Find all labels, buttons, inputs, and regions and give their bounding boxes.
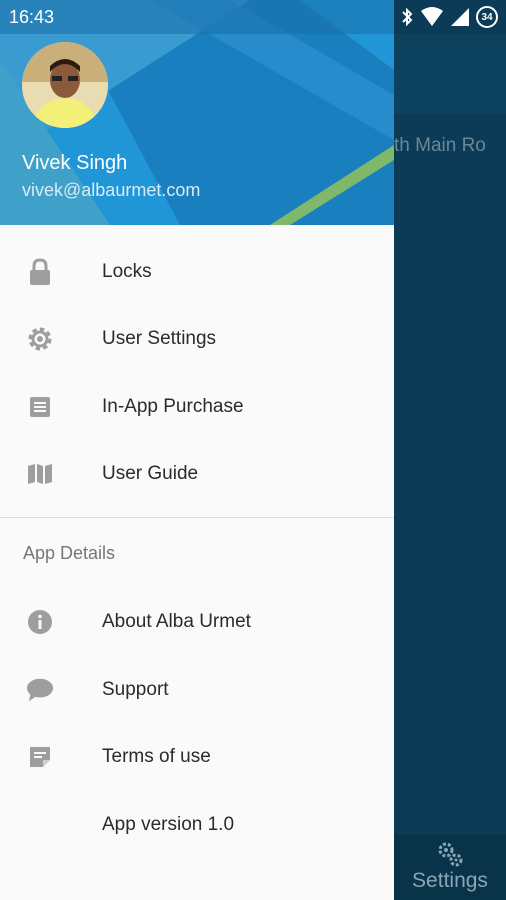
- menu-item-user-settings[interactable]: User Settings: [0, 305, 394, 372]
- avatar-photo: [22, 42, 108, 128]
- user-name: Vivek Singh: [22, 152, 128, 174]
- menu-item-label: User Guide: [102, 462, 199, 484]
- bottom-tab-settings[interactable]: Settings: [394, 834, 506, 900]
- status-bar: 16:43 34: [0, 0, 506, 34]
- menu-item-label: Locks: [102, 260, 152, 282]
- status-time: 16:43: [9, 7, 55, 27]
- menu-item-in-app-purchase[interactable]: In-App Purchase: [0, 373, 394, 440]
- bluetooth-icon: [402, 7, 413, 27]
- info-icon: [26, 608, 54, 636]
- menu-divider: [0, 517, 394, 518]
- gear-icon: [26, 325, 54, 353]
- menu-item-label: User Settings: [102, 327, 217, 349]
- menu-item-about[interactable]: About Alba Urmet: [0, 588, 394, 655]
- cell-signal-icon: [451, 8, 469, 26]
- menu-item-locks[interactable]: Locks: [0, 238, 394, 305]
- app-version-label: App version 1.0: [102, 813, 235, 835]
- document-icon: [26, 743, 54, 771]
- chat-bubble-icon: [26, 676, 54, 704]
- battery-icon: 34: [476, 6, 498, 28]
- lock-icon: [26, 257, 54, 286]
- status-icons: 34: [400, 6, 498, 28]
- user-email: vivek@albaurmet.com: [22, 180, 201, 200]
- gears-icon: [438, 842, 463, 867]
- wifi-icon: [421, 7, 443, 26]
- section-title-app-details: App Details: [23, 543, 116, 563]
- menu-item-terms[interactable]: Terms of use: [0, 723, 394, 790]
- navigation-drawer[interactable]: Vivek Singh vivek@albaurmet.com Locks Us…: [0, 0, 394, 900]
- menu-item-label: Support: [102, 678, 169, 700]
- menu-item-app-version: App version 1.0: [0, 791, 394, 858]
- menu-item-label: Terms of use: [102, 745, 211, 767]
- menu-item-support[interactable]: Support: [0, 656, 394, 723]
- background-address-text: th Main Ro: [394, 135, 486, 156]
- map-icon: [26, 460, 54, 488]
- bottom-tab-settings-label: Settings: [412, 869, 488, 892]
- menu-item-user-guide[interactable]: User Guide: [0, 440, 394, 507]
- avatar[interactable]: [22, 42, 108, 128]
- menu-item-label: About Alba Urmet: [102, 610, 251, 632]
- list-icon: [26, 393, 54, 421]
- menu-item-label: In-App Purchase: [102, 395, 244, 417]
